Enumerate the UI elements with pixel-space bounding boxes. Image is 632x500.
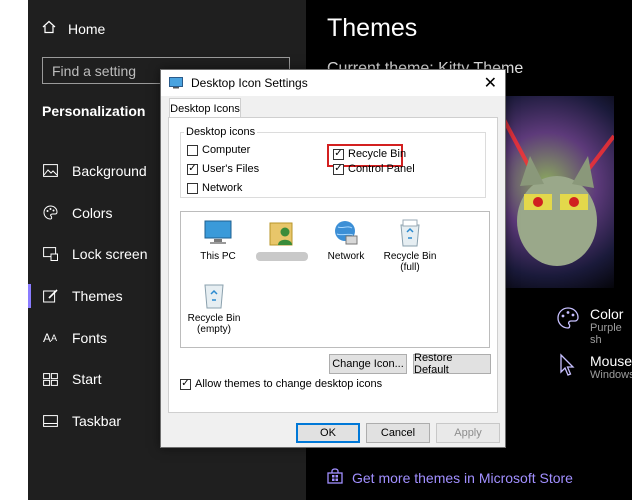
color-option-value: Purple sh [590, 322, 622, 346]
desktop-icon-list[interactable]: This PC Network Recycle Bin (full) Recyc… [180, 211, 490, 348]
icon-recycle-bin-empty[interactable]: Recycle Bin (empty) [179, 280, 249, 335]
users-files-checkbox[interactable]: ✓ User's Files [187, 163, 259, 175]
sidebar-item-label: Themes [72, 287, 123, 304]
brush-icon [42, 288, 58, 304]
group-label: Desktop icons [184, 126, 258, 138]
checkmark-icon: ✓ [333, 163, 344, 175]
checkbox-label: User's Files [202, 163, 260, 175]
sidebar-item-label: Lock screen [72, 246, 148, 263]
left-edge [0, 0, 28, 500]
icon-recycle-bin-full[interactable]: Recycle Bin (full) [375, 218, 445, 273]
sidebar-item-label: Fonts [72, 329, 108, 346]
home-label: Home [68, 20, 106, 37]
restore-default-button[interactable]: Restore Default [413, 352, 491, 376]
palette-icon [556, 306, 580, 346]
icon-label: Recycle Bin (empty) [187, 313, 241, 335]
checkbox-label: Recycle Bin [348, 148, 407, 160]
checkbox-label: Control Panel [348, 163, 415, 175]
icon-users-files[interactable] [247, 218, 317, 261]
microsoft-store-link[interactable]: Get more themes in Microsoft Store [327, 468, 573, 487]
font-icon: AA [42, 330, 58, 345]
checkbox-box [187, 144, 198, 156]
palette-icon [42, 205, 58, 221]
taskbar-icon [42, 413, 58, 429]
dialog-title: Desktop Icon Settings [191, 76, 308, 90]
desktop-settings-icon [169, 77, 183, 89]
mouse-option-label: Mouse [590, 353, 632, 369]
lock-screen-icon [42, 246, 58, 262]
section-title: Personalization [42, 103, 146, 119]
sidebar-item-label: Taskbar [72, 412, 122, 429]
blurred-name [256, 252, 308, 261]
monitor-icon [203, 218, 233, 248]
user-folder-icon [267, 218, 297, 248]
recycle-bin-full-icon [395, 218, 425, 248]
checkmark-icon: ✓ [333, 148, 344, 160]
home-icon [42, 20, 56, 37]
checkbox-label: Network [202, 182, 243, 194]
home-link[interactable]: Home [42, 20, 105, 37]
desktop-icons-group: Desktop icons Computer ✓ User's Files Ne… [180, 126, 486, 198]
checkmark-icon: ✓ [180, 378, 191, 390]
recycle-bin-checkbox[interactable]: ✓ Recycle Bin [333, 148, 406, 160]
checkbox-label: Computer [202, 144, 251, 156]
mouse-option-value: Windows [590, 369, 632, 381]
apply-button[interactable]: Apply [436, 423, 500, 443]
color-option-label: Color [590, 306, 624, 322]
ok-button[interactable]: OK [296, 423, 360, 443]
icon-network[interactable]: Network [311, 218, 381, 262]
checkbox-label: Allow themes to change desktop icons [195, 378, 383, 390]
search-placeholder: Find a setting [52, 62, 137, 79]
icon-label: Recycle Bin (full) [383, 251, 437, 273]
page-title: Themes [327, 14, 418, 42]
checkmark-icon: ✓ [187, 163, 198, 175]
icon-label: This PC [200, 251, 236, 262]
icon-this-pc[interactable]: This PC [183, 218, 253, 262]
image-icon [42, 163, 58, 179]
icon-label: Network [327, 251, 365, 262]
theme-preview-image [502, 96, 614, 288]
store-link-label: Get more themes in Microsoft Store [352, 469, 573, 486]
color-option[interactable]: Color Purple sh [556, 306, 632, 346]
computer-checkbox[interactable]: Computer [187, 144, 250, 156]
tab-desktop-icons[interactable]: Desktop Icons [169, 98, 241, 119]
network-checkbox[interactable]: Network [187, 182, 242, 194]
cancel-button[interactable]: Cancel [366, 423, 430, 443]
sidebar-item-label: Colors [72, 204, 113, 221]
start-icon [42, 371, 58, 387]
allow-themes-checkbox[interactable]: ✓ Allow themes to change desktop icons [180, 378, 382, 390]
tab-panel: Desktop icons Computer ✓ User's Files Ne… [168, 117, 498, 413]
dialog-titlebar[interactable]: Desktop Icon Settings ✕ [161, 70, 505, 96]
recycle-bin-empty-icon [199, 280, 229, 310]
change-icon-button[interactable]: Change Icon... [329, 354, 407, 374]
mouse-cursor-option[interactable]: Mouse Windows [556, 353, 632, 382]
cursor-icon [556, 353, 580, 382]
sidebar-item-label: Start [72, 371, 102, 388]
store-icon [327, 468, 343, 487]
close-icon[interactable]: ✕ [484, 73, 497, 93]
control-panel-checkbox[interactable]: ✓ Control Panel [333, 163, 415, 175]
desktop-icon-settings-dialog: Desktop Icon Settings ✕ Desktop Icons De… [160, 69, 506, 448]
globe-icon [331, 218, 361, 248]
checkbox-box [187, 182, 198, 194]
sidebar-item-label: Background [72, 162, 147, 179]
